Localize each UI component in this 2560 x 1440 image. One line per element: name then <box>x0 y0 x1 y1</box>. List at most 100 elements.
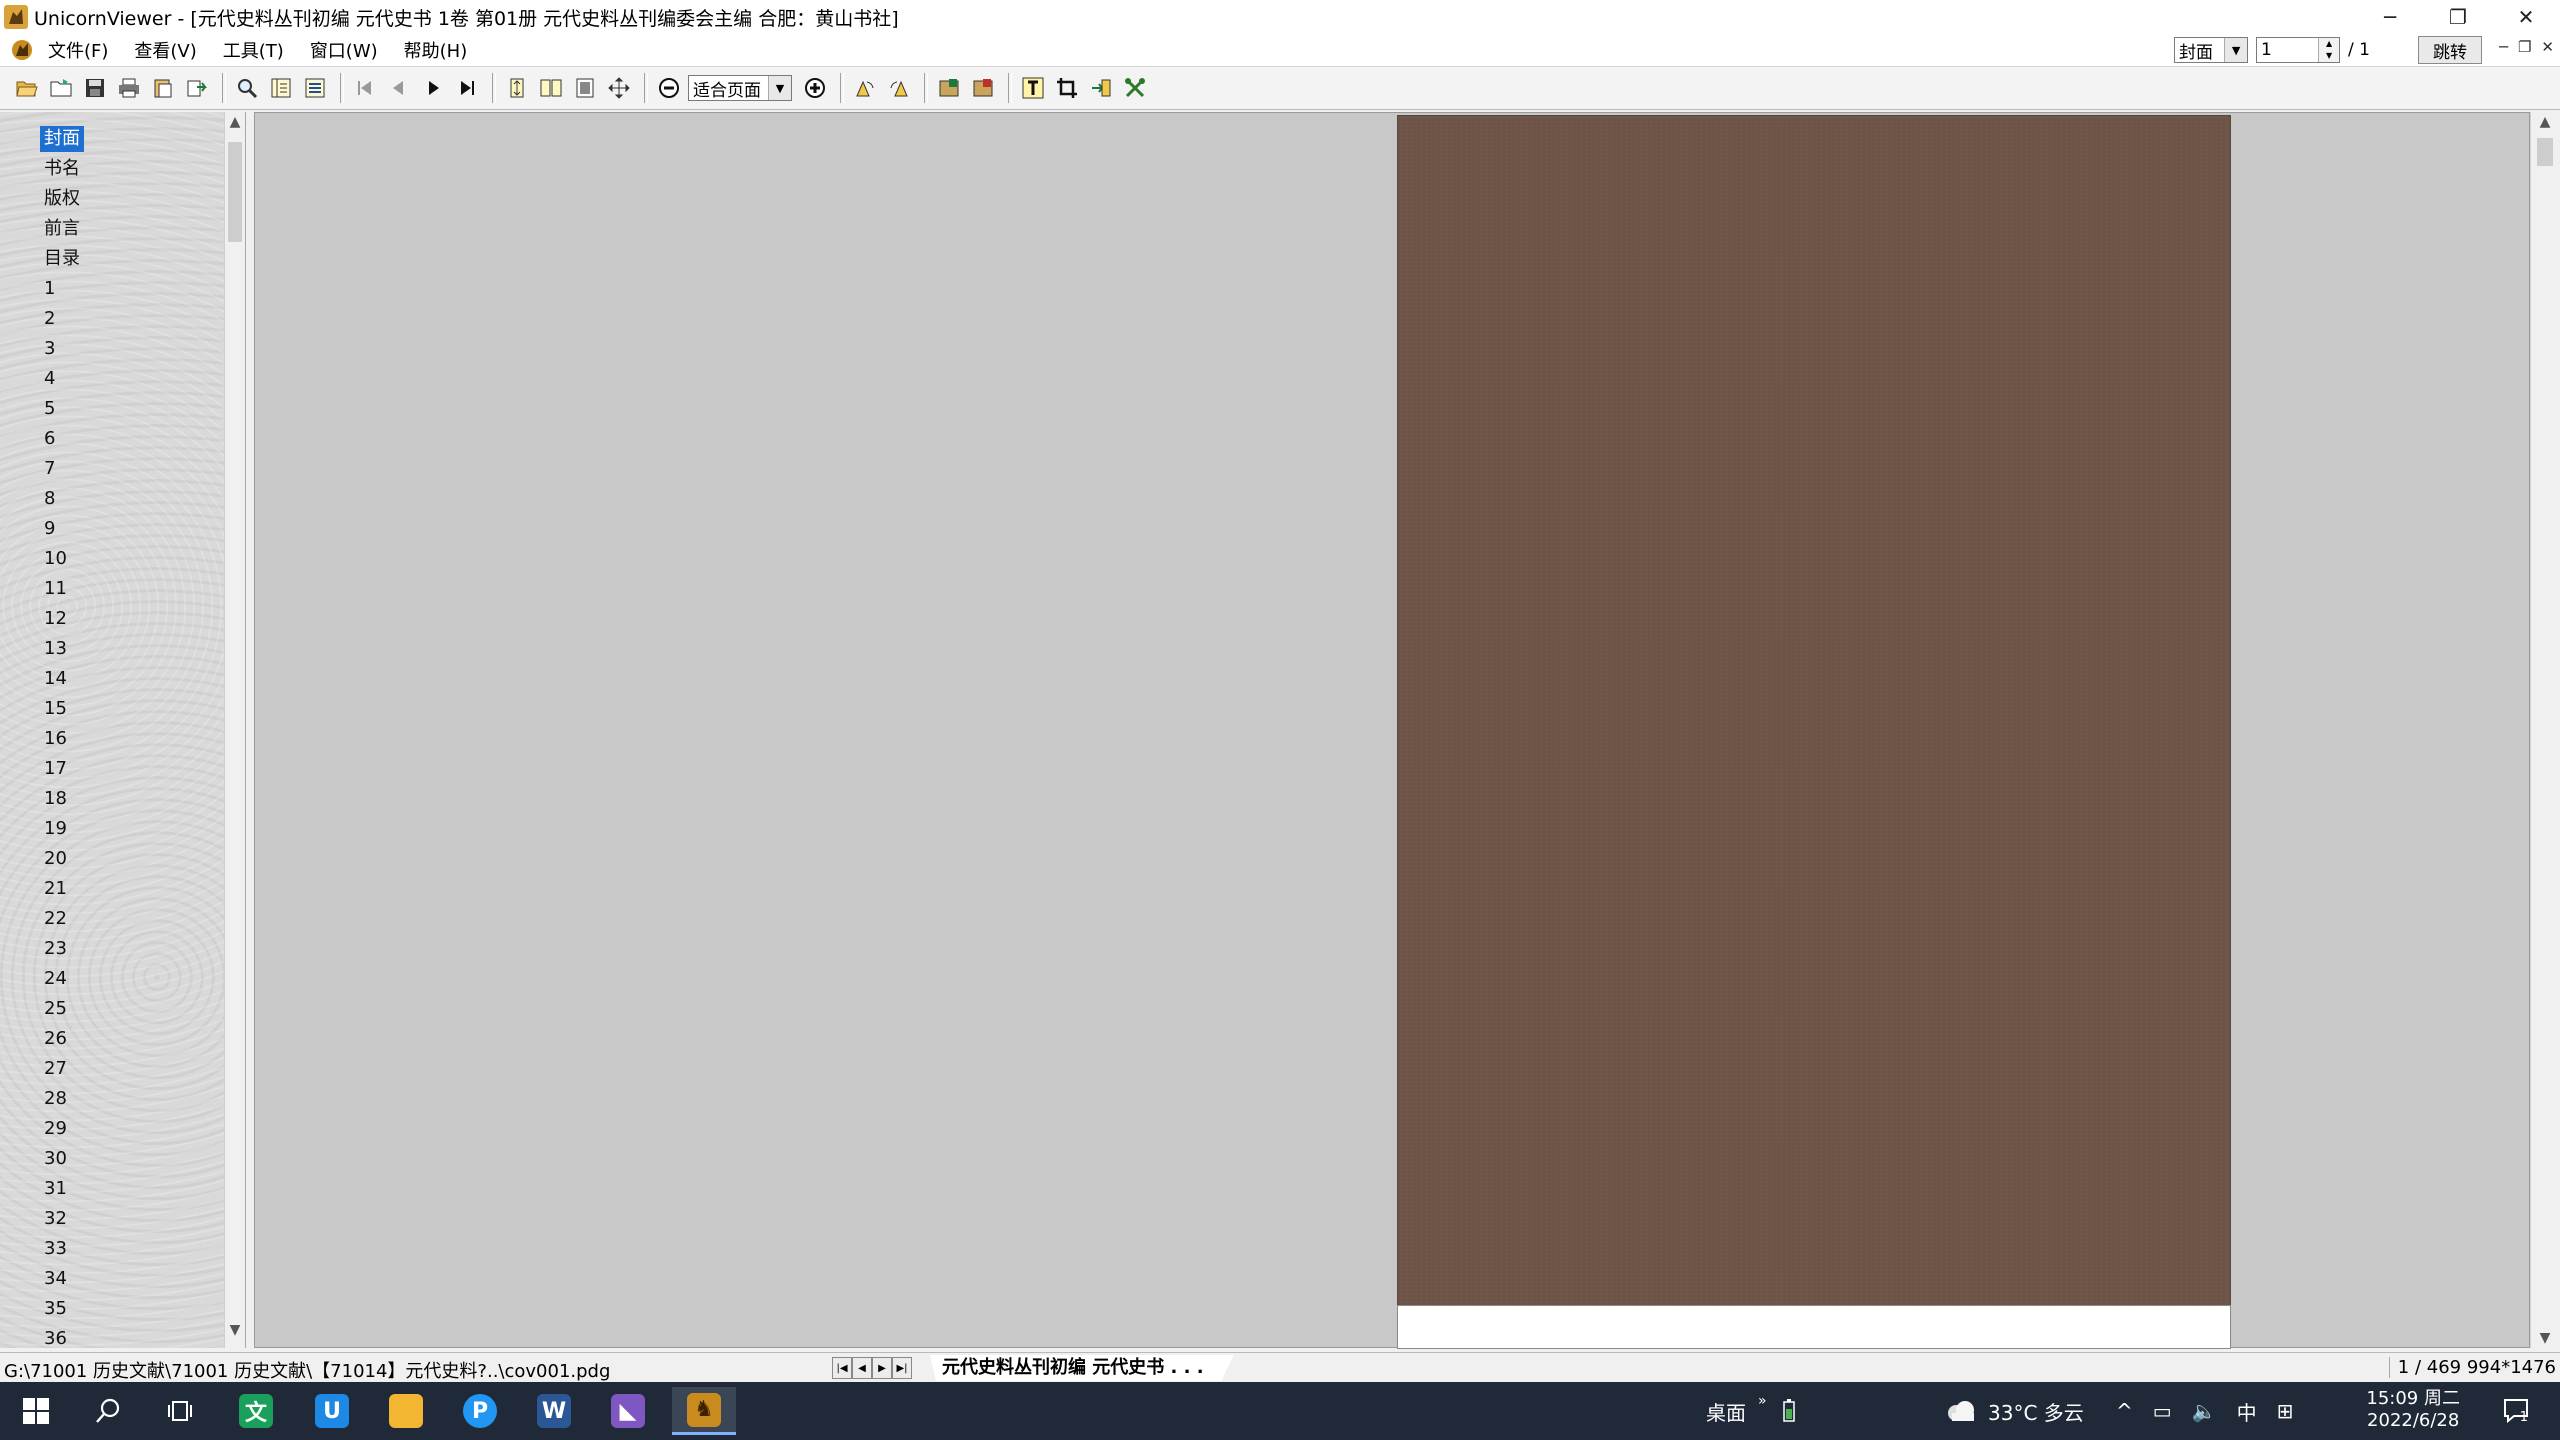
ocr-button[interactable] <box>1086 73 1116 103</box>
taskbar-app-wps[interactable]: 文 <box>224 1387 288 1435</box>
bookmark-list-button[interactable] <box>300 73 330 103</box>
taskbar-app-file-explorer[interactable] <box>374 1387 438 1435</box>
page-list-item[interactable]: 16 <box>40 726 71 752</box>
print-button[interactable] <box>114 73 144 103</box>
page-list-item[interactable]: 32 <box>40 1206 71 1232</box>
close-button[interactable]: ✕ <box>2492 0 2560 34</box>
page-list-item[interactable]: 1 <box>40 276 59 302</box>
rotate-right-button[interactable] <box>884 73 914 103</box>
crop-button[interactable] <box>1052 73 1082 103</box>
menu-file[interactable]: 文件(F) <box>46 37 110 63</box>
page-list-item[interactable]: 17 <box>40 756 71 782</box>
page-list-item[interactable]: 31 <box>40 1176 71 1202</box>
page-list-item[interactable]: 25 <box>40 996 71 1022</box>
page-list-item[interactable]: 27 <box>40 1056 71 1082</box>
zoom-out-button[interactable] <box>654 73 684 103</box>
page-list-item[interactable]: 19 <box>40 816 71 842</box>
restore-button[interactable]: ❐ <box>2424 0 2492 34</box>
copy-button[interactable] <box>148 73 178 103</box>
weather-widget[interactable]: 33°C 多云 <box>1944 1382 2084 1440</box>
toolbar-expand-icon[interactable]: » <box>1758 1393 1767 1409</box>
pan-button[interactable] <box>604 73 634 103</box>
section-select[interactable]: 封面 ▼ <box>2174 37 2249 63</box>
page-list-item[interactable]: 36 <box>40 1326 71 1352</box>
start-button[interactable] <box>4 1387 68 1435</box>
sidebar-scroll-thumb[interactable] <box>228 142 242 242</box>
page-list-item[interactable]: 版权 <box>40 186 84 212</box>
page-list-item[interactable]: 13 <box>40 636 71 662</box>
taskbar-app-unicorn-viewer[interactable]: ♞ <box>672 1387 736 1435</box>
taskbar-app-p[interactable]: P <box>448 1387 512 1435</box>
text-select-button[interactable] <box>1018 73 1048 103</box>
first-page-button[interactable] <box>350 73 380 103</box>
document-viewer[interactable] <box>254 112 2530 1349</box>
next-page-button[interactable] <box>418 73 448 103</box>
page-list-item[interactable]: 目录 <box>40 246 84 272</box>
page-list-item[interactable]: 21 <box>40 876 71 902</box>
toggle-sidebar-button[interactable] <box>266 73 296 103</box>
page-list-item[interactable]: 29 <box>40 1116 71 1142</box>
two-page-button[interactable] <box>536 73 566 103</box>
first-tab-icon[interactable]: |◀ <box>832 1357 852 1379</box>
add-bookmark-button[interactable] <box>934 73 964 103</box>
zoom-in-button[interactable] <box>800 73 830 103</box>
clock[interactable]: 15:09 周二 2022/6/28 <box>2366 1388 2460 1432</box>
taskbar-app-visual-studio[interactable]: ◣ <box>596 1387 660 1435</box>
fit-page-button[interactable] <box>570 73 600 103</box>
page-list-item[interactable]: 11 <box>40 576 71 602</box>
speaker-icon[interactable]: 🔈 <box>2192 1399 2217 1423</box>
minimize-button[interactable]: ─ <box>2356 0 2424 34</box>
keyboard-grid-icon[interactable]: ⊞ <box>2277 1399 2294 1423</box>
page-list-item[interactable]: 30 <box>40 1146 71 1172</box>
find-button[interactable] <box>232 73 262 103</box>
sidebar-scrollbar[interactable]: ▲ ▼ <box>224 112 246 1348</box>
page-spinner[interactable]: ▲ ▼ <box>2318 38 2340 62</box>
chevron-up-icon[interactable]: ^ <box>2116 1399 2133 1423</box>
goto-button[interactable]: 跳转 <box>2418 36 2482 64</box>
page-list-item[interactable]: 8 <box>40 486 59 512</box>
viewer-scrollbar[interactable]: ▲ ▼ <box>2530 112 2559 1348</box>
taskbar-app-word[interactable]: W <box>522 1387 586 1435</box>
mdi-minimize-button[interactable]: ─ <box>2499 38 2508 56</box>
page-list-item[interactable]: 4 <box>40 366 59 392</box>
page-list-item[interactable]: 封面 <box>40 126 84 152</box>
page-number-input[interactable]: 1 ▲ ▼ <box>2256 37 2341 63</box>
battery-tray[interactable] <box>1782 1382 1796 1440</box>
prev-tab-icon[interactable]: ◀ <box>852 1357 872 1379</box>
save-button[interactable] <box>80 73 110 103</box>
page-list-item[interactable]: 2 <box>40 306 59 332</box>
page-list-item[interactable]: 书名 <box>40 156 84 182</box>
ime-indicator[interactable]: 中 <box>2237 1397 2257 1426</box>
search-button[interactable] <box>76 1387 140 1435</box>
last-page-button[interactable] <box>452 73 482 103</box>
open-file-button[interactable] <box>12 73 42 103</box>
page-list-item[interactable]: 12 <box>40 606 71 632</box>
network-icon[interactable]: ▭ <box>2153 1399 2172 1423</box>
menu-window[interactable]: 窗口(W) <box>308 37 380 63</box>
fit-height-button[interactable] <box>502 73 532 103</box>
page-list-item[interactable]: 9 <box>40 516 59 542</box>
last-tab-icon[interactable]: ▶| <box>892 1357 912 1379</box>
scroll-down-icon[interactable]: ▼ <box>2531 1330 2559 1346</box>
desktop-toolbar[interactable]: 桌面 » <box>1706 1382 1767 1440</box>
task-view-button[interactable] <box>148 1387 212 1435</box>
viewer-scroll-thumb[interactable] <box>2537 138 2553 166</box>
settings-button[interactable] <box>1120 73 1150 103</box>
remove-bookmark-button[interactable] <box>968 73 998 103</box>
document-tab[interactable]: 元代史料丛刊初编 元代史书 . . . <box>930 1355 1234 1381</box>
page-list-item[interactable]: 14 <box>40 666 71 692</box>
page-list-item[interactable]: 15 <box>40 696 71 722</box>
page-list-item[interactable]: 28 <box>40 1086 71 1112</box>
document-system-menu-icon[interactable] <box>10 38 34 62</box>
scroll-up-icon[interactable]: ▲ <box>225 114 245 138</box>
page-list-item[interactable]: 前言 <box>40 216 84 242</box>
mdi-close-button[interactable]: ✕ <box>2541 38 2554 56</box>
page-list-item[interactable]: 20 <box>40 846 71 872</box>
chevron-down-icon[interactable]: ▼ <box>2224 38 2248 62</box>
page-list-item[interactable]: 3 <box>40 336 59 362</box>
scroll-down-icon[interactable]: ▼ <box>225 1322 245 1346</box>
export-button[interactable] <box>182 73 212 103</box>
next-tab-icon[interactable]: ▶ <box>872 1357 892 1379</box>
open-dir-button[interactable] <box>46 73 76 103</box>
mdi-restore-button[interactable]: ❐ <box>2518 38 2531 56</box>
